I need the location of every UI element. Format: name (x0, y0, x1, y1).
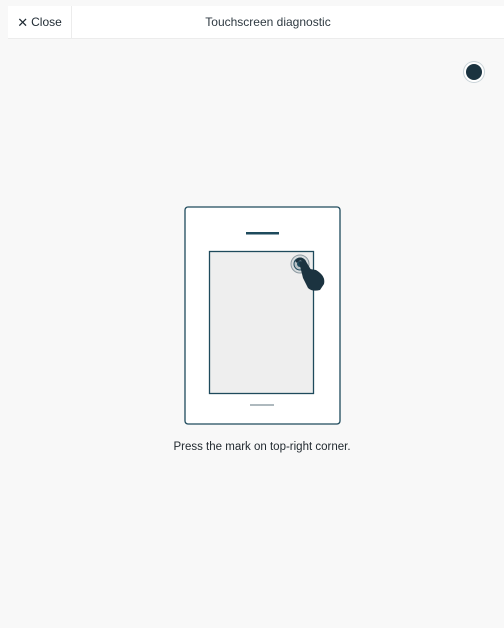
close-icon: ✕ (17, 14, 29, 30)
tablet-touch-illustration-icon (184, 206, 341, 425)
close-button[interactable]: ✕ Close (8, 6, 72, 38)
instruction-text: Press the mark on top-right corner. (173, 441, 351, 453)
touch-target-dot-icon[interactable] (466, 64, 482, 80)
close-label: Close (31, 15, 62, 29)
diagnostic-screen: ✕ Close Touchscreen diagnostic Press the… (0, 0, 504, 628)
top-bar: ✕ Close Touchscreen diagnostic (8, 6, 504, 39)
page-title: Touchscreen diagnostic (205, 15, 331, 29)
